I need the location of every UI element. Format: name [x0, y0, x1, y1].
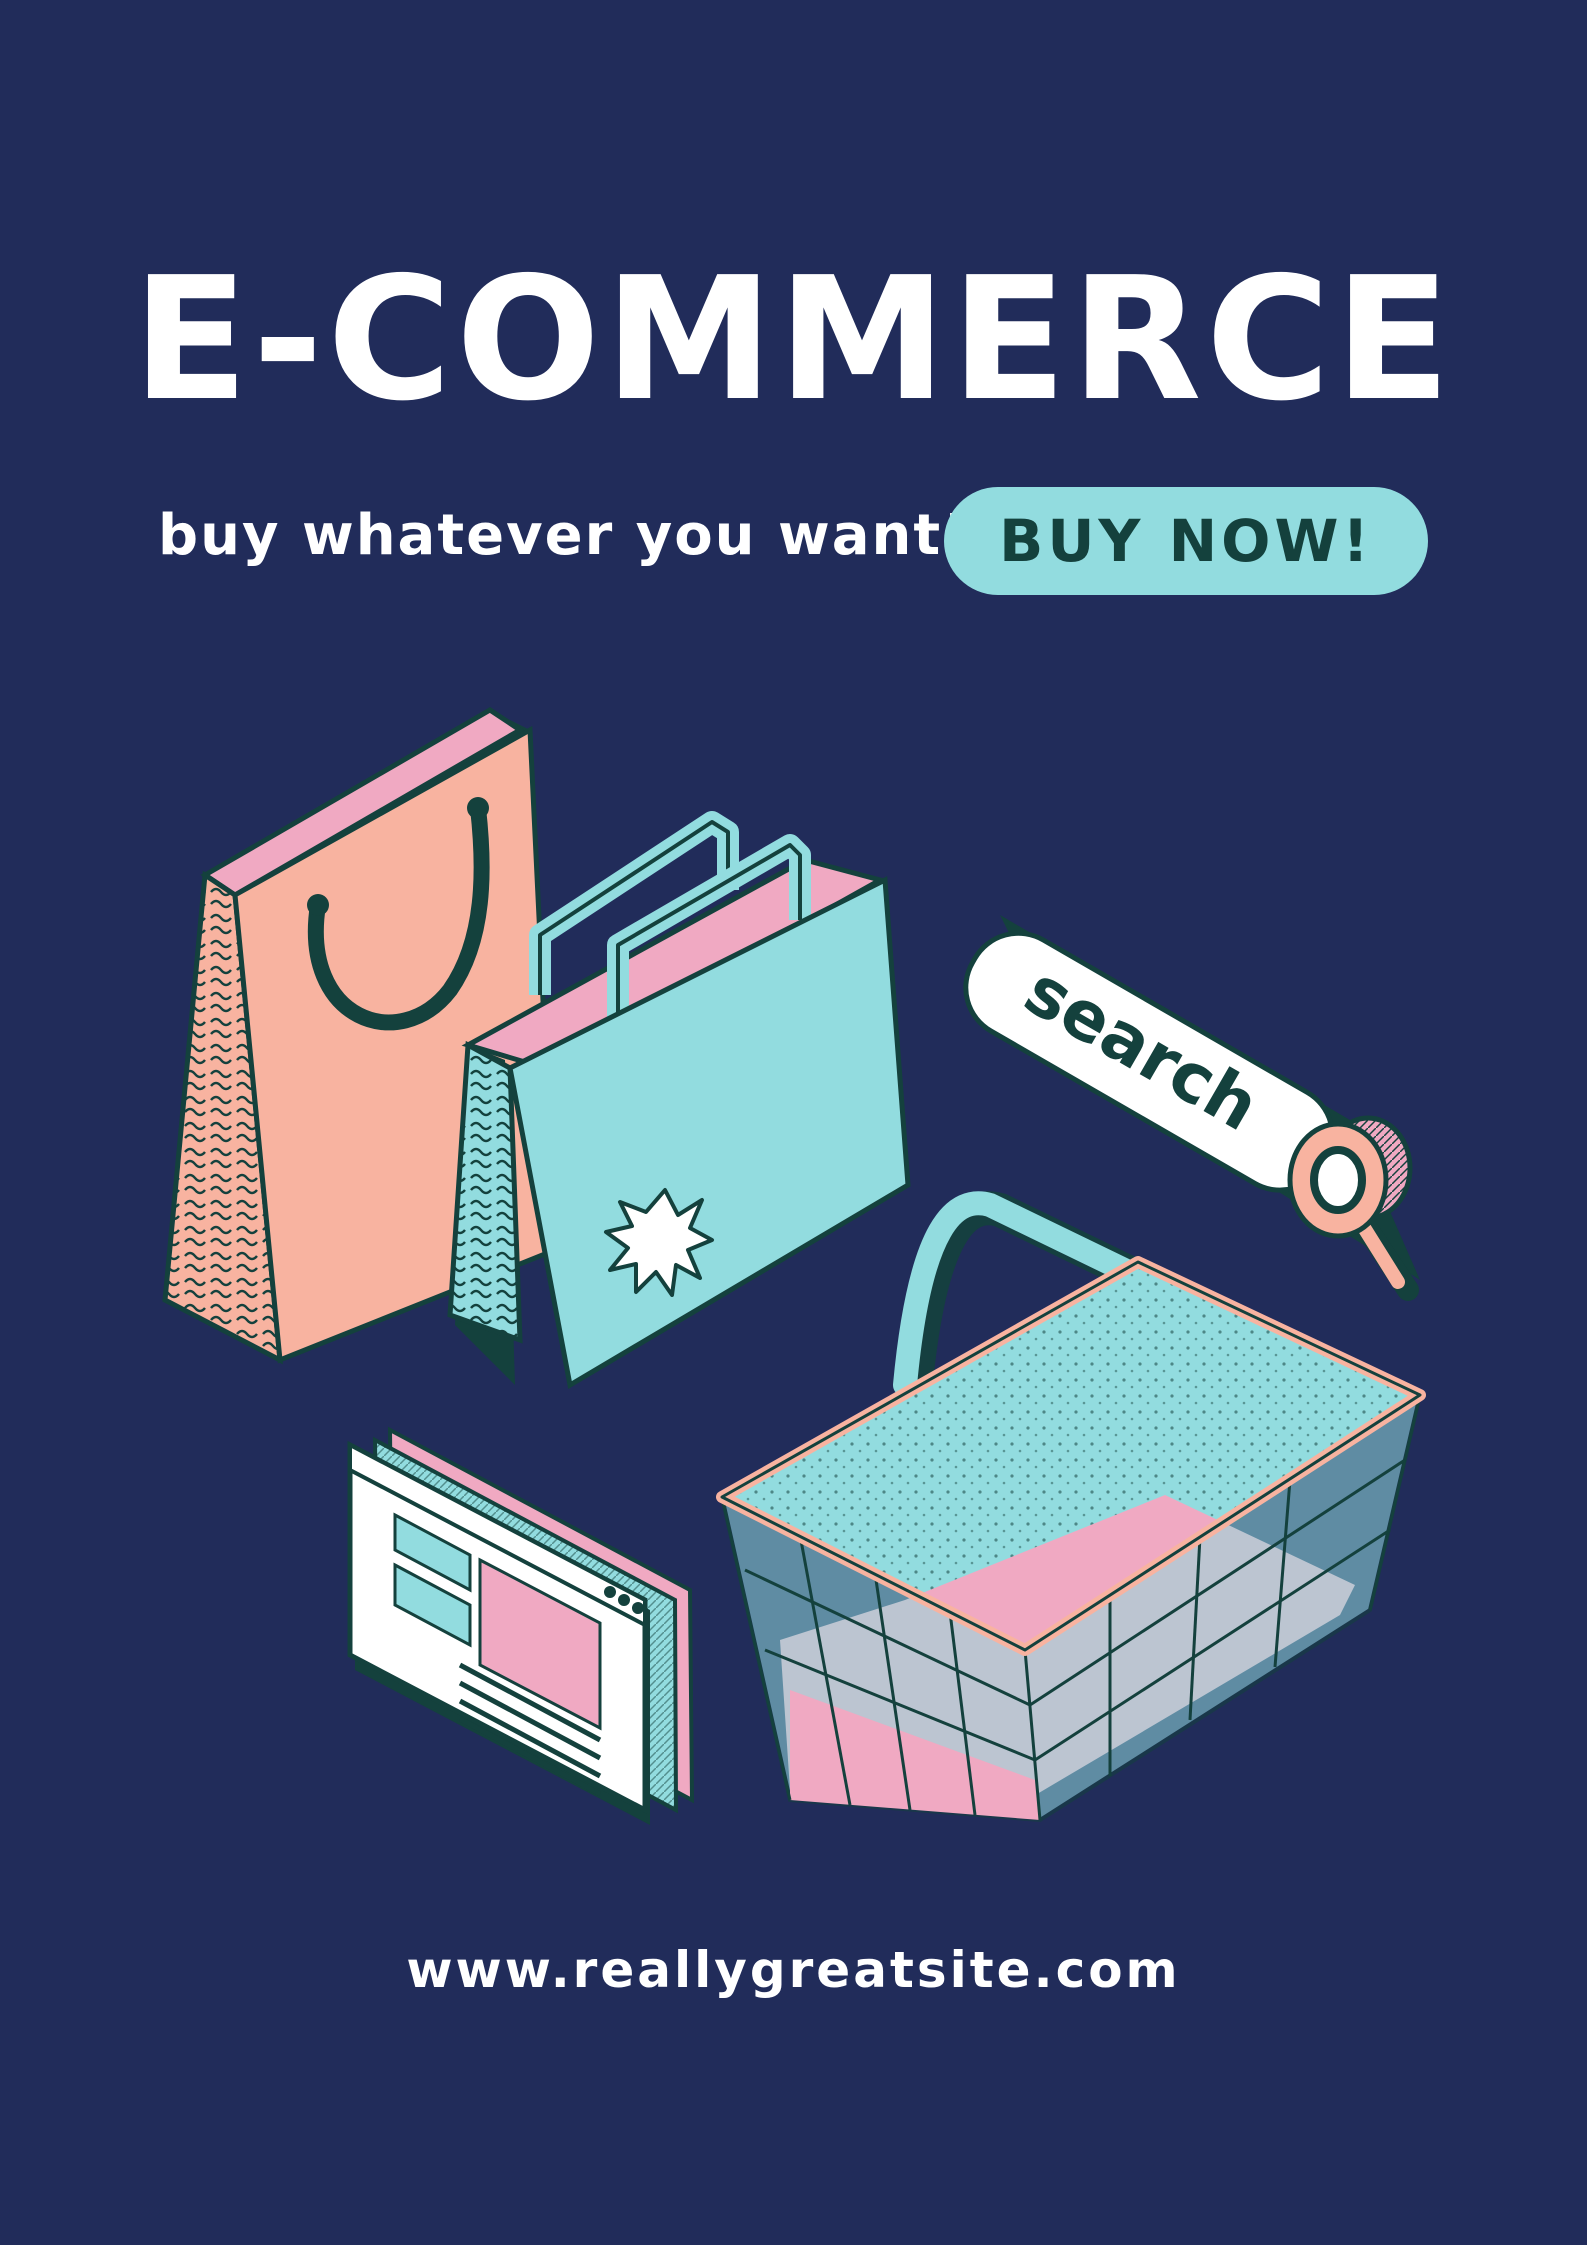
page-title: E-COMMERCE [132, 241, 1455, 439]
magnifier-icon [1287, 1115, 1419, 1301]
shopping-illustration: search [162, 707, 1426, 1825]
tagline: buy whatever you want! [158, 503, 970, 568]
website-url[interactable]: www.reallygreatsite.com [0, 1945, 1587, 1995]
buy-now-button[interactable]: BUY NOW! [944, 487, 1428, 595]
web-page-icon [347, 1426, 695, 1825]
shopping-basket-icon [716, 1191, 1426, 1823]
